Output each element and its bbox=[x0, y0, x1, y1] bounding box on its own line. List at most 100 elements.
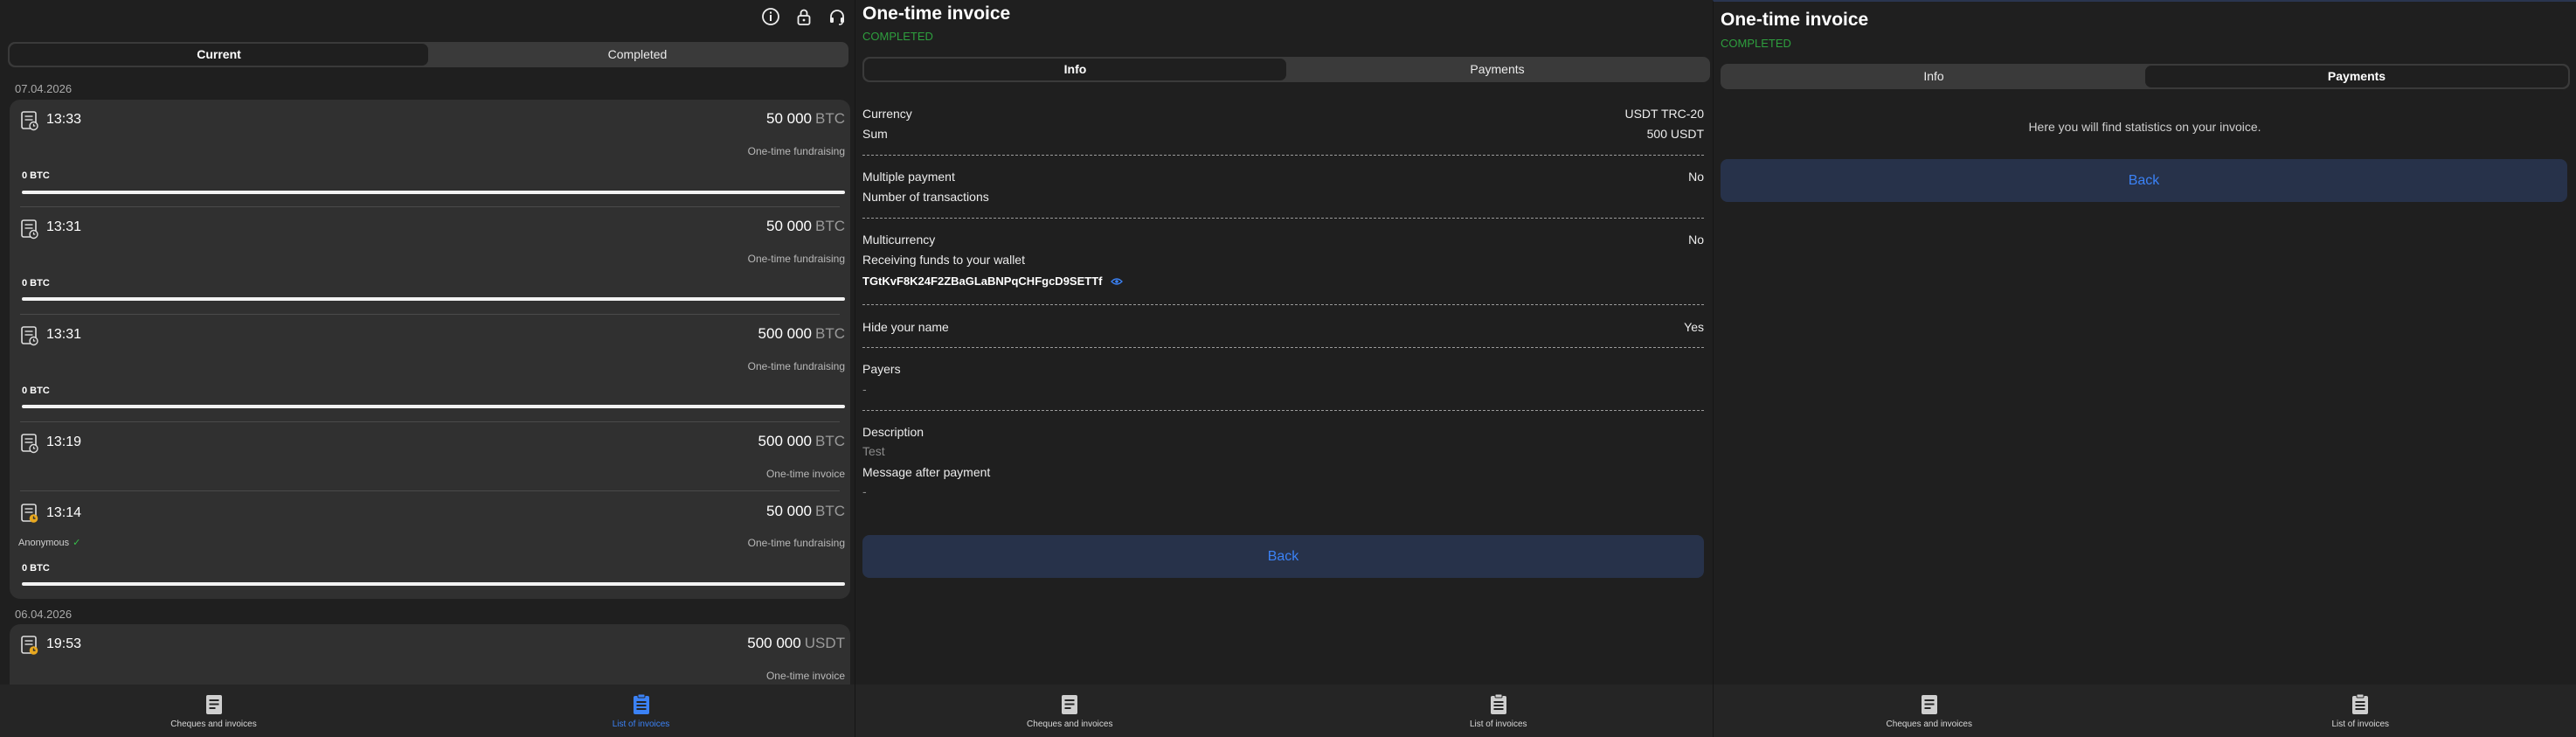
invoice-amount: 500 000 USDT bbox=[747, 635, 845, 651]
page-title: One-time invoice bbox=[1721, 10, 1869, 30]
invoice-card[interactable]: 13:31 50 000 BTC One-time fundraising 0 B… bbox=[10, 207, 850, 315]
top-icons bbox=[760, 6, 848, 27]
bottom-nav: Cheques and invoices List of invoices bbox=[855, 685, 1713, 737]
nav-invoices[interactable]: List of invoices bbox=[1285, 685, 1714, 737]
tab-info[interactable]: Info bbox=[1722, 66, 2145, 87]
invoice-payments-screen: One-time invoice COMPLETED Info Payments… bbox=[1713, 0, 2576, 737]
info-icon[interactable] bbox=[760, 6, 781, 27]
date-header: 06.04.2026 bbox=[15, 608, 73, 621]
currency-row: Currency USDT TRC-20 bbox=[862, 107, 1704, 121]
divider bbox=[862, 155, 1704, 156]
nav-cheques-label: Cheques and invoices bbox=[1027, 719, 1113, 729]
invoice-list-screen: Current Completed 07.04.2026 13:33 50 00… bbox=[0, 0, 855, 737]
sum-row: Sum 500 USDT bbox=[862, 127, 1704, 141]
multicurrency-row: Multicurrency No bbox=[862, 233, 1704, 247]
invoice-time: 13:19 bbox=[46, 435, 82, 449]
invoice-time: 13:31 bbox=[46, 219, 82, 234]
multiple-payment-row: Multiple payment No bbox=[862, 170, 1704, 184]
invoice-amount: 50 000 BTC bbox=[766, 218, 845, 234]
nav-cheques-label: Cheques and invoices bbox=[170, 719, 257, 729]
collected-amount: 0 BTC bbox=[22, 563, 50, 574]
invoice-kind: One-time fundraising bbox=[747, 360, 845, 372]
lock-icon[interactable] bbox=[793, 6, 814, 27]
invoice-icon bbox=[21, 326, 38, 346]
anonymous-label: Anonymous ✓ bbox=[18, 538, 81, 548]
invoice-card[interactable]: 13:33 50 000 BTC One-time fundraising 0 B… bbox=[10, 100, 850, 207]
nav-invoices-label: List of invoices bbox=[1469, 719, 1527, 729]
status-badge: COMPLETED bbox=[862, 30, 933, 43]
payments-note: Here you will find statistics on your in… bbox=[2028, 120, 2261, 134]
invoice-icon bbox=[21, 434, 38, 454]
invoice-kind: One-time fundraising bbox=[747, 145, 845, 157]
wallet-address[interactable]: TGtKvF8K24F2ZBaGLaBNPqCHFgcD9SETTf bbox=[862, 275, 1124, 288]
eye-icon[interactable] bbox=[1111, 277, 1124, 286]
back-button[interactable]: Back bbox=[1721, 159, 2567, 202]
nav-cheques-label: Cheques and invoices bbox=[1886, 719, 1972, 729]
invoice-amount: 500 000 BTC bbox=[758, 325, 845, 342]
clipboard-icon bbox=[633, 693, 649, 714]
message-value: - bbox=[862, 484, 867, 498]
collected-amount: 0 BTC bbox=[22, 386, 50, 396]
divider bbox=[862, 347, 1704, 348]
invoice-card[interactable]: 19:53 500 000 USDT One-time invoice bbox=[10, 624, 850, 690]
bottom-nav: Cheques and invoices List of invoices bbox=[1714, 685, 2576, 737]
tab-payments[interactable]: Payments bbox=[2145, 66, 2568, 87]
nav-cheques[interactable]: Cheques and invoices bbox=[855, 685, 1285, 737]
collected-amount: 0 BTC bbox=[22, 170, 50, 181]
invoice-amount: 500 000 BTC bbox=[758, 433, 845, 449]
tab-current[interactable]: Current bbox=[10, 44, 428, 66]
invoice-time: 19:53 bbox=[46, 636, 82, 651]
clipboard-icon bbox=[1490, 693, 1506, 714]
bottom-nav: Cheques and invoices List of invoices bbox=[0, 685, 855, 737]
tab-completed[interactable]: Completed bbox=[428, 44, 847, 66]
invoice-pending-icon bbox=[21, 504, 38, 523]
invoice-info-screen: One-time invoice COMPLETED Info Payments… bbox=[855, 0, 1713, 737]
divider bbox=[862, 304, 1704, 305]
description-value: Test bbox=[862, 444, 885, 458]
invoice-time: 13:33 bbox=[46, 112, 82, 127]
payers-row: Payers bbox=[862, 362, 901, 376]
tab-info[interactable]: Info bbox=[864, 59, 1286, 80]
cheque-icon bbox=[1062, 694, 1078, 714]
hide-name-row: Hide your name Yes bbox=[862, 320, 1704, 334]
divider bbox=[862, 410, 1704, 411]
payers-value: - bbox=[862, 382, 867, 396]
invoice-card[interactable]: 13:14 50 000 BTC Anonymous ✓ One-time fund… bbox=[10, 491, 850, 599]
detail-tabs: Info Payments bbox=[862, 57, 1710, 82]
progress-bar bbox=[22, 405, 845, 408]
invoice-kind: One-time fundraising bbox=[747, 253, 845, 265]
invoice-amount: 50 000 BTC bbox=[766, 503, 845, 519]
collected-amount: 0 BTC bbox=[22, 278, 50, 289]
invoice-card[interactable]: 13:19 500 000 BTC One-time invoice bbox=[10, 422, 850, 491]
invoice-card[interactable]: 13:31 500 000 BTC One-time fundraising 0 … bbox=[10, 315, 850, 422]
divider bbox=[862, 218, 1704, 219]
progress-bar bbox=[22, 297, 845, 301]
tab-payments[interactable]: Payments bbox=[1286, 59, 1708, 80]
invoice-icon bbox=[21, 111, 38, 131]
check-icon: ✓ bbox=[73, 538, 81, 548]
nav-invoices-label: List of invoices bbox=[612, 719, 670, 729]
cheque-icon bbox=[1921, 694, 1937, 714]
back-button[interactable]: Back bbox=[862, 535, 1704, 578]
status-badge: COMPLETED bbox=[1721, 37, 1791, 50]
status-tabs: Current Completed bbox=[8, 42, 848, 67]
invoice-pending-icon bbox=[21, 636, 38, 655]
nav-invoices[interactable]: List of invoices bbox=[427, 685, 855, 737]
message-row: Message after payment bbox=[862, 465, 991, 479]
cheque-icon bbox=[205, 694, 222, 714]
invoice-kind: One-time invoice bbox=[765, 670, 845, 682]
nav-cheques[interactable]: Cheques and invoices bbox=[1714, 685, 2145, 737]
description-row: Description bbox=[862, 425, 924, 439]
date-header: 07.04.2026 bbox=[15, 82, 73, 95]
nav-invoices-label: List of invoices bbox=[2331, 719, 2390, 729]
transactions-row: Number of transactions bbox=[862, 190, 989, 204]
page-title: One-time invoice bbox=[862, 3, 1011, 24]
invoice-time: 13:31 bbox=[46, 327, 82, 342]
progress-bar bbox=[22, 582, 845, 586]
detail-tabs: Info Payments bbox=[1721, 64, 2570, 89]
clipboard-icon bbox=[2352, 693, 2369, 714]
nav-invoices[interactable]: List of invoices bbox=[2145, 685, 2576, 737]
nav-cheques[interactable]: Cheques and invoices bbox=[0, 685, 427, 737]
invoice-amount: 50 000 BTC bbox=[766, 110, 845, 127]
headset-icon[interactable] bbox=[827, 6, 848, 27]
